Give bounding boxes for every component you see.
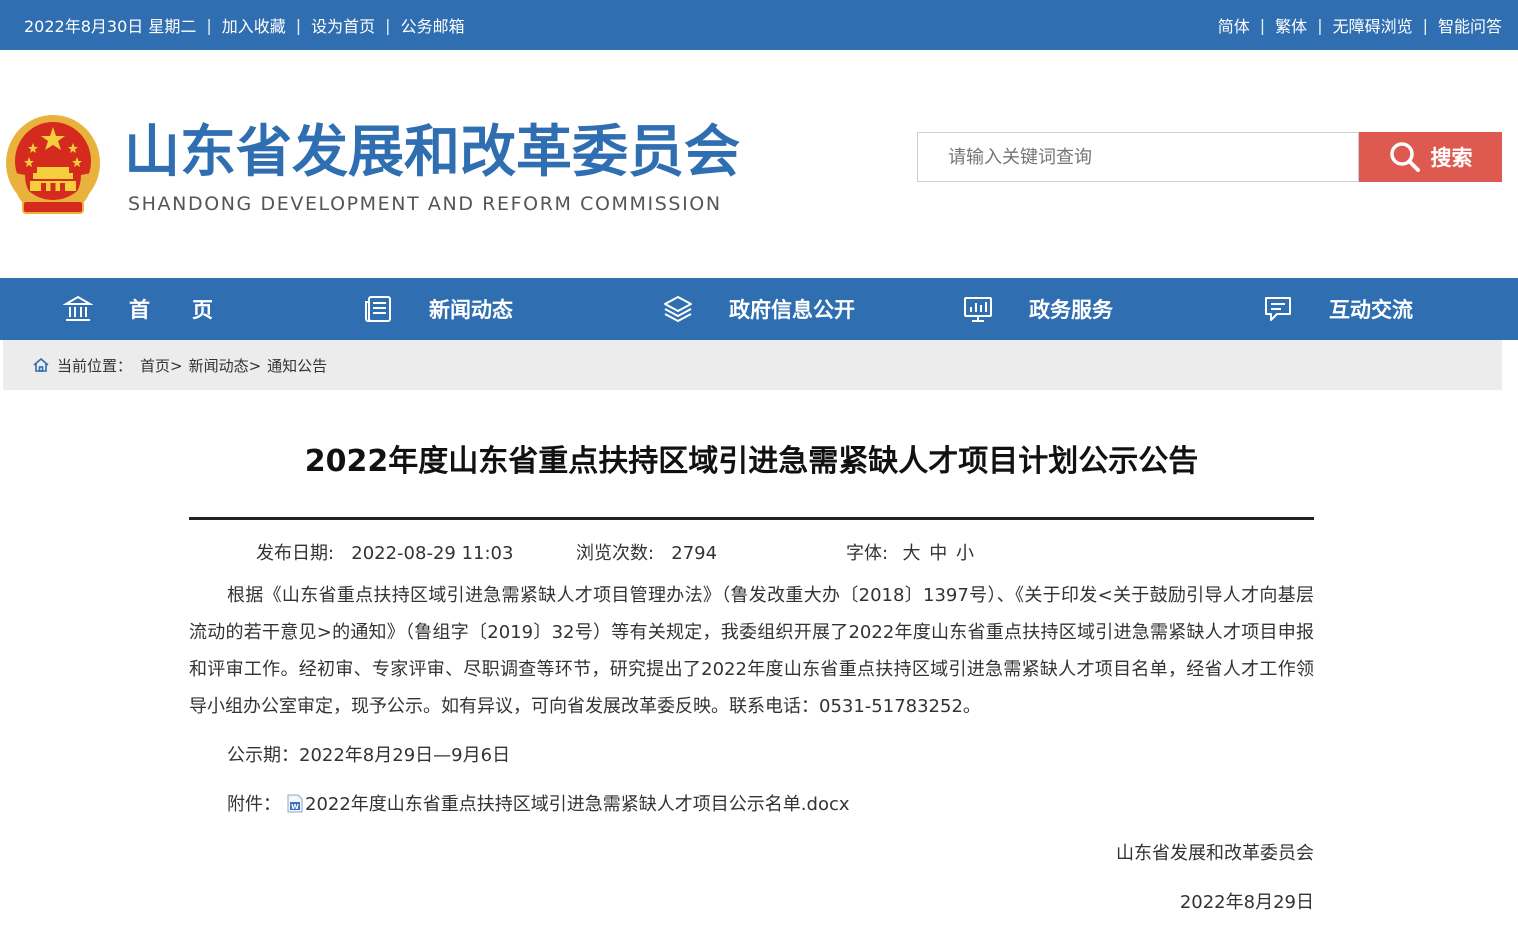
font-size-large[interactable]: 大 [903, 543, 921, 564]
title-divider [189, 517, 1314, 520]
smart-qa-link[interactable]: 智能问答 [1438, 13, 1502, 37]
publish-date-label: 发布日期: [256, 543, 335, 564]
publish-date: 发布日期: 2022-08-29 11:03 [256, 543, 513, 565]
font-size-small[interactable]: 小 [956, 543, 974, 564]
separator: | [1422, 15, 1428, 35]
search-button[interactable]: 搜索 [1359, 132, 1502, 182]
nav-item-label: 政府信息公开 [729, 298, 855, 322]
view-count: 浏览次数: 2794 [576, 543, 717, 565]
national-emblem-icon[interactable] [3, 113, 103, 219]
news-list-icon [365, 296, 391, 322]
nav-item-home[interactable]: 首 页 [63, 278, 213, 340]
search-button-label: 搜索 [1430, 146, 1473, 170]
article-body: 根据《山东省重点扶持区域引进急需紧缺人才项目管理办法》（鲁发改重大办〔2018〕… [189, 585, 1314, 717]
set-homepage-link[interactable]: 设为首页 [311, 13, 375, 37]
font-size-medium[interactable]: 中 [929, 543, 947, 564]
breadcrumb-home-link[interactable]: 首页> [140, 355, 183, 376]
simplified-chinese-link[interactable]: 简体 [1218, 13, 1250, 37]
nav-item-label: 新闻动态 [429, 298, 513, 322]
search-icon [1389, 142, 1420, 172]
nav-item-services[interactable]: 政务服务 [963, 278, 1113, 340]
separator: | [1317, 15, 1323, 35]
site-title-cn[interactable]: 山东省发展和改革委员会 [124, 118, 740, 188]
separator: | [295, 15, 302, 35]
signature-date: 2022年8月29日 [1179, 892, 1314, 913]
font-size-control: 字体: 大 中 小 [846, 543, 974, 565]
article-title: 2022年度山东省重点扶持区域引进急需紧缺人才项目计划公示公告 [304, 444, 1199, 479]
separator: | [206, 15, 212, 35]
svg-text:W: W [291, 803, 299, 811]
attachment-link[interactable]: 2022年度山东省重点扶持区域引进急需紧缺人才项目公示名单.docx [305, 794, 850, 815]
chat-icon [1265, 297, 1291, 321]
monitor-chart-icon [964, 297, 992, 322]
home-icon [33, 358, 49, 372]
site-title-en: SHANDONG DEVELOPMENT AND REFORM COMMISSI… [128, 193, 722, 215]
nav-item-gov-info[interactable]: 政府信息公开 [663, 278, 855, 340]
separator: | [385, 15, 391, 35]
top-bar-right: 简体 | 繁体 | 无障碍浏览 | 智能问答 [1218, 13, 1502, 37]
layers-icon [664, 296, 692, 322]
publish-date-value: 2022-08-29 11:03 [351, 543, 514, 564]
main-nav: 首 页 新闻动态 政府信息公开 政务服务 互动交流 [0, 278, 1518, 340]
nav-item-label: 政务服务 [1029, 298, 1113, 322]
accessibility-link[interactable]: 无障碍浏览 [1333, 13, 1413, 37]
official-mail-link[interactable]: 公务邮箱 [401, 13, 465, 37]
breadcrumb-news-link[interactable]: 新闻动态> [189, 355, 262, 376]
traditional-chinese-link[interactable]: 繁体 [1275, 13, 1307, 37]
top-bar: 2022年8月30日 星期二 | 加入收藏 | 设为首页 | 公务邮箱 简体 |… [0, 0, 1518, 50]
view-count-label: 浏览次数: [576, 543, 655, 564]
notice-period: 公示期：2022年8月29日—9月6日 [227, 745, 511, 766]
site-header: 山东省发展和改革委员会 SHANDONG DEVELOPMENT AND REF… [0, 50, 1518, 278]
nav-item-label: 互动交流 [1329, 298, 1413, 322]
breadcrumb: 当前位置： 首页> 新闻动态> 通知公告 [3, 340, 1502, 390]
search-input[interactable] [917, 132, 1359, 182]
add-favorite-link[interactable]: 加入收藏 [222, 13, 286, 37]
word-doc-icon: W [287, 794, 303, 813]
current-date: 2022年8月30日 星期二 [24, 17, 197, 36]
breadcrumb-notice-link[interactable]: 通知公告 [267, 355, 327, 376]
separator: | [1259, 15, 1266, 35]
nav-item-interaction[interactable]: 互动交流 [1263, 278, 1413, 340]
nav-item-label: 首 页 [129, 298, 213, 322]
view-count-value: 2794 [671, 543, 718, 564]
signature-org: 山东省发展和改革委员会 [1116, 843, 1314, 864]
font-size-label: 字体: [846, 543, 889, 564]
attachment-label: 附件： [227, 794, 281, 815]
nav-item-news[interactable]: 新闻动态 [363, 278, 513, 340]
top-bar-left: 2022年8月30日 星期二 | 加入收藏 | 设为首页 | 公务邮箱 [24, 13, 465, 37]
building-icon [63, 295, 93, 321]
breadcrumb-prefix: 当前位置： [57, 356, 133, 375]
attachment: 附件： W 2022年度山东省重点扶持区域引进急需紧缺人才项目公示名单.docx [227, 793, 850, 817]
